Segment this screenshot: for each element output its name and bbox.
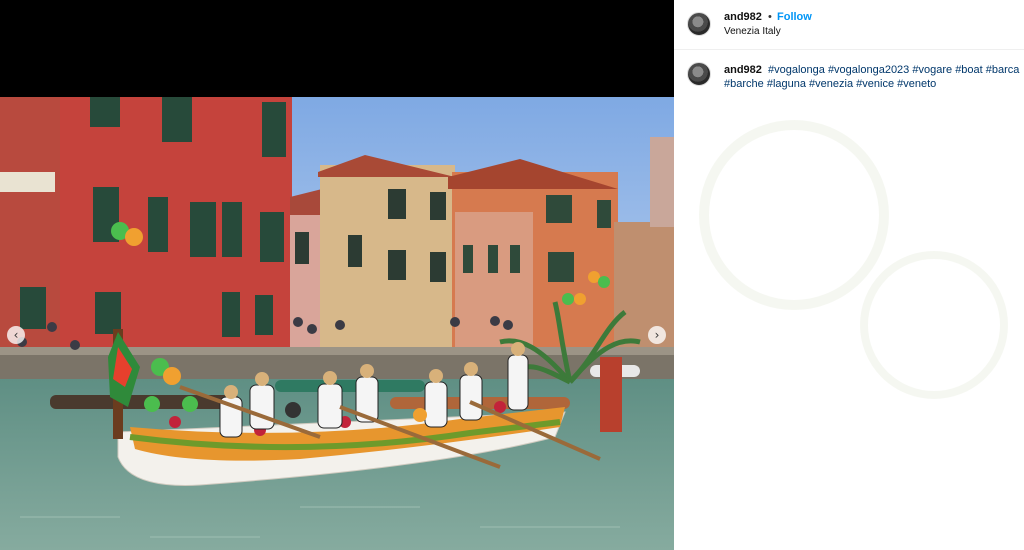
hashtag-link[interactable]: #vogalonga [768,64,825,76]
hashtag-link[interactable]: #barche [724,78,764,90]
caption-avatar[interactable] [687,62,711,86]
post-media: ‹ › [0,0,674,550]
hashtag-link[interactable]: #venezia [809,78,853,90]
canal-photo-illustration [0,97,674,550]
post-caption: and982 #vogalonga #vogalonga2023 #vogare… [724,63,1024,91]
faded-background-graphic [699,120,1008,399]
next-photo-button[interactable]: › [648,326,666,344]
caption-username[interactable]: and982 [724,64,762,76]
chevron-right-icon: › [654,328,660,342]
separator-dot: • [768,11,772,23]
hashtag-link[interactable]: #veneto [897,78,936,90]
previous-photo-button[interactable]: ‹ [7,326,25,344]
hashtag-link[interactable]: #barca [986,64,1020,76]
post-viewer: ‹ › and982 • Follow Venezia Italy and982… [0,0,1024,550]
avatar[interactable] [687,12,711,36]
hashtag-link[interactable]: #laguna [767,78,806,90]
hashtag-link[interactable]: #vogalonga2023 [828,64,909,76]
chevron-left-icon: ‹ [13,328,19,342]
post-username[interactable]: and982 [724,11,762,23]
follow-button[interactable]: Follow [777,11,812,23]
hashtag-link[interactable]: #vogare [912,64,952,76]
post-location[interactable]: Venezia Italy [724,26,781,37]
hashtag-link[interactable]: #boat [955,64,983,76]
hashtag-link[interactable]: #venice [856,78,894,90]
post-photo[interactable] [0,97,674,550]
post-side-panel: and982 • Follow Venezia Italy and982 #vo… [674,0,1024,550]
post-header: and982 • Follow Venezia Italy [674,0,1024,50]
